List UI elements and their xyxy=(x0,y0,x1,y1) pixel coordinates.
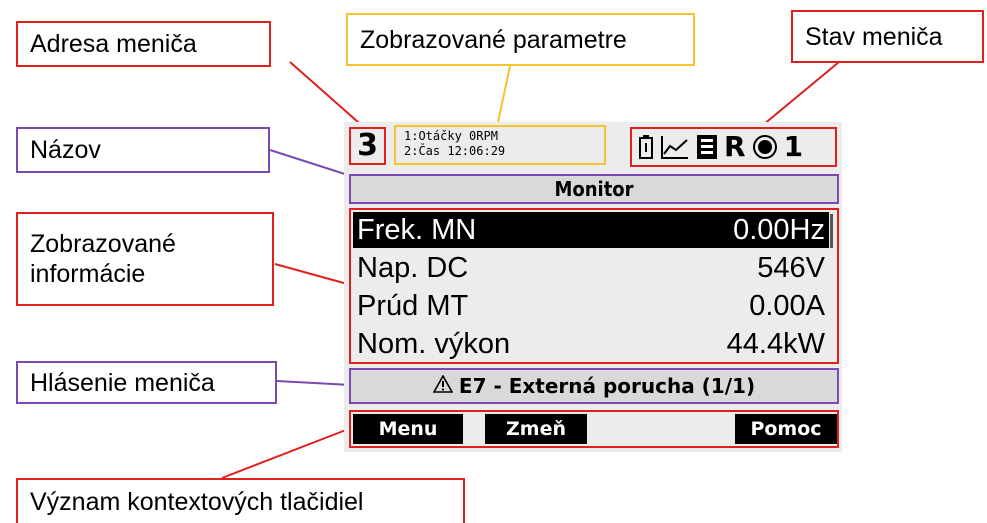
scrollbar[interactable] xyxy=(830,214,833,248)
info-row-value: 44.4kW xyxy=(726,327,825,360)
leader-title xyxy=(269,149,352,177)
callout-info-line2: informácie xyxy=(30,260,146,288)
info-row-value: 0.00Hz xyxy=(733,213,825,246)
leader-address xyxy=(289,61,368,131)
leader-message xyxy=(276,380,352,386)
drive-message-text: E7 - Externá porucha (1/1) xyxy=(458,374,756,398)
info-row-nominal-power[interactable]: Nom. výkon 44.4kW xyxy=(353,326,829,362)
displayed-parameters: 1:Otáčky 0RPM 2:Čas 12:06:29 xyxy=(394,125,606,165)
info-row-label: Frek. MN xyxy=(357,213,477,246)
menu-softkey[interactable]: Menu xyxy=(353,414,463,444)
status-letter: R xyxy=(724,130,746,163)
callout-softkeys: Význam kontextových tlačidiel xyxy=(16,478,465,523)
status-number: 1 xyxy=(783,130,804,163)
callout-title: Názov xyxy=(16,127,270,173)
displayed-information[interactable]: Frek. MN 0.00Hz Nap. DC 546V Prúd MT 0.0… xyxy=(349,208,839,364)
callout-address: Adresa meniča xyxy=(16,21,271,67)
info-row-value: 546V xyxy=(757,251,825,284)
callout-title-label: Názov xyxy=(30,136,101,164)
screen-title: Monitor xyxy=(349,174,839,204)
callout-softkeys-label: Význam kontextových tlačidiel xyxy=(30,487,364,516)
info-row-motor-current[interactable]: Prúd MT 0.00A xyxy=(353,288,829,324)
local-icon xyxy=(696,134,718,160)
parameter-line-1: 1:Otáčky 0RPM xyxy=(404,129,498,143)
drive-status-bar: R 1 xyxy=(630,127,837,167)
info-row-value: 0.00A xyxy=(749,289,825,322)
info-row-label: Nap. DC xyxy=(357,251,469,284)
warning-icon xyxy=(432,374,454,398)
drive-address: 3 xyxy=(349,127,386,165)
callout-params: Zobrazované parametre xyxy=(346,13,695,66)
graph-icon xyxy=(660,134,690,160)
leader-info xyxy=(274,263,352,286)
callout-params-label: Zobrazované parametre xyxy=(360,25,627,54)
change-softkey[interactable]: Zmeň xyxy=(485,414,587,444)
battery-icon xyxy=(638,134,654,160)
info-row-label: Nom. výkon xyxy=(357,327,511,360)
callout-status: Stav meniča xyxy=(791,10,984,63)
leader-softkeys xyxy=(221,427,352,479)
help-softkey[interactable]: Pomoc xyxy=(735,414,837,444)
info-row-label: Prúd MT xyxy=(357,289,469,322)
info-row-dc-voltage[interactable]: Nap. DC 546V xyxy=(353,250,829,286)
drive-message: E7 - Externá porucha (1/1) xyxy=(349,368,839,404)
parameter-line-2: 2:Čas 12:06:29 xyxy=(404,144,506,158)
callout-message-label: Hlásenie meniča xyxy=(30,368,215,397)
leader-params xyxy=(496,65,511,128)
callout-address-label: Adresa meniča xyxy=(30,30,197,58)
stop-circle-icon xyxy=(752,134,778,160)
callout-status-label: Stav meniča xyxy=(805,22,943,51)
callout-info-line1: Zobrazované xyxy=(30,230,176,258)
leader-status xyxy=(756,61,840,131)
callout-info: Zobrazované informácie xyxy=(16,212,274,306)
info-row-frequency[interactable]: Frek. MN 0.00Hz xyxy=(353,212,829,248)
softkey-bar: Menu Zmeň Pomoc xyxy=(349,410,839,448)
callout-message: Hlásenie meniča xyxy=(16,361,277,404)
